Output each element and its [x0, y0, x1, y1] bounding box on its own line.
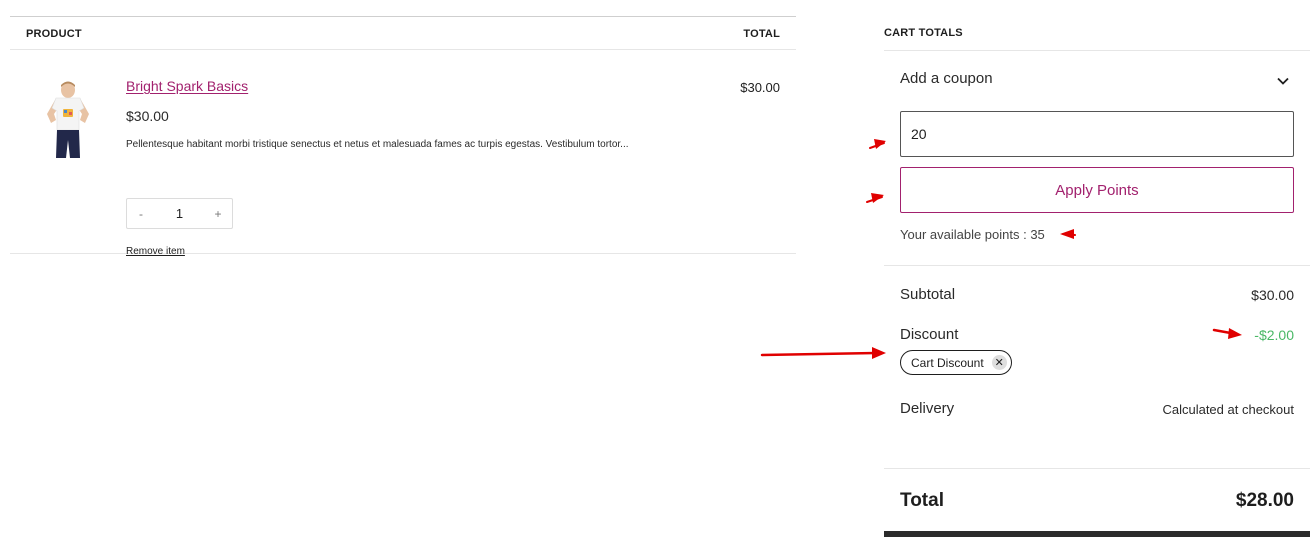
subtotal-value: $30.00: [1251, 287, 1294, 303]
add-coupon-toggle[interactable]: Add a coupon: [900, 70, 993, 87]
delivery-label: Delivery: [900, 400, 955, 417]
proceed-to-checkout-button[interactable]: [884, 531, 1310, 537]
remove-item-link[interactable]: Remove item: [126, 246, 185, 257]
product-unit-price: $30.00: [126, 108, 169, 124]
quantity-stepper: - 1 +: [126, 198, 233, 229]
quantity-decrease-button[interactable]: -: [127, 207, 155, 221]
divider: [884, 468, 1310, 469]
divider: [884, 50, 1310, 51]
quantity-value[interactable]: 1: [155, 206, 204, 221]
annotation-arrow-icon: [866, 193, 884, 203]
remove-discount-icon[interactable]: ✕: [991, 355, 1007, 370]
cart-totals-panel: CART TOTALS Add a coupon Apply Points Yo…: [884, 16, 1310, 537]
column-header-total: TOTAL: [743, 28, 780, 40]
discount-chip: Cart Discount ✕: [900, 350, 1012, 375]
discount-label: Discount: [900, 326, 959, 343]
table-header: PRODUCT TOTAL: [10, 16, 796, 50]
order-total-value: $28.00: [1235, 490, 1294, 511]
chevron-down-icon[interactable]: [1276, 74, 1290, 88]
product-description: Pellentesque habitant morbi tristique se…: [126, 139, 629, 150]
quantity-increase-button[interactable]: +: [204, 207, 232, 221]
product-image[interactable]: [42, 78, 94, 160]
available-points-text: Your available points : 35: [900, 227, 1045, 242]
divider: [884, 265, 1310, 266]
product-name-link[interactable]: Bright Spark Basics: [126, 78, 248, 94]
annotation-arrow-icon: [760, 347, 886, 359]
apply-points-button[interactable]: Apply Points: [900, 167, 1294, 213]
order-total-label: Total: [900, 490, 944, 511]
points-input[interactable]: [900, 111, 1294, 157]
cart-totals-title: CART TOTALS: [884, 27, 963, 39]
cart-items-table: PRODUCT TOTAL Bright Spark Basics $30.00…: [10, 16, 796, 257]
discount-chip-label: Cart Discount: [911, 355, 984, 370]
subtotal-label: Subtotal: [900, 286, 956, 303]
discount-value: -$2.00: [1254, 327, 1294, 343]
column-header-product: PRODUCT: [26, 28, 82, 40]
delivery-value: Calculated at checkout: [1162, 402, 1294, 417]
row-total-price: $30.00: [740, 80, 780, 95]
table-row: Bright Spark Basics $30.00 Pellentesque …: [10, 50, 796, 257]
